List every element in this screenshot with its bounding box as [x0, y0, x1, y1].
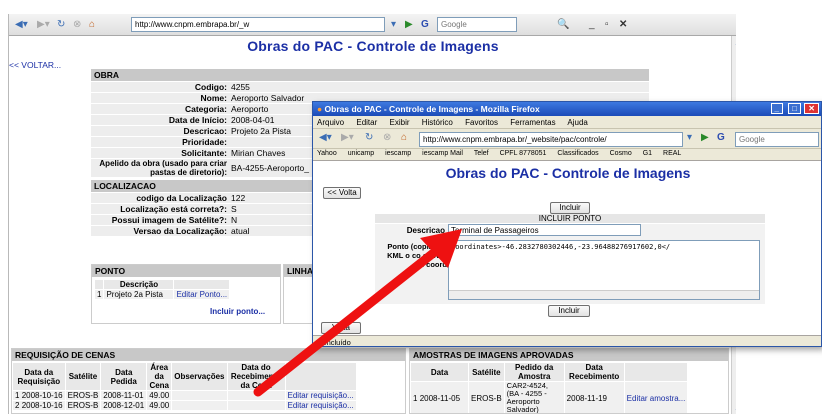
- red-arrow-annotation: [253, 229, 462, 397]
- arrow-shaft: [253, 238, 451, 397]
